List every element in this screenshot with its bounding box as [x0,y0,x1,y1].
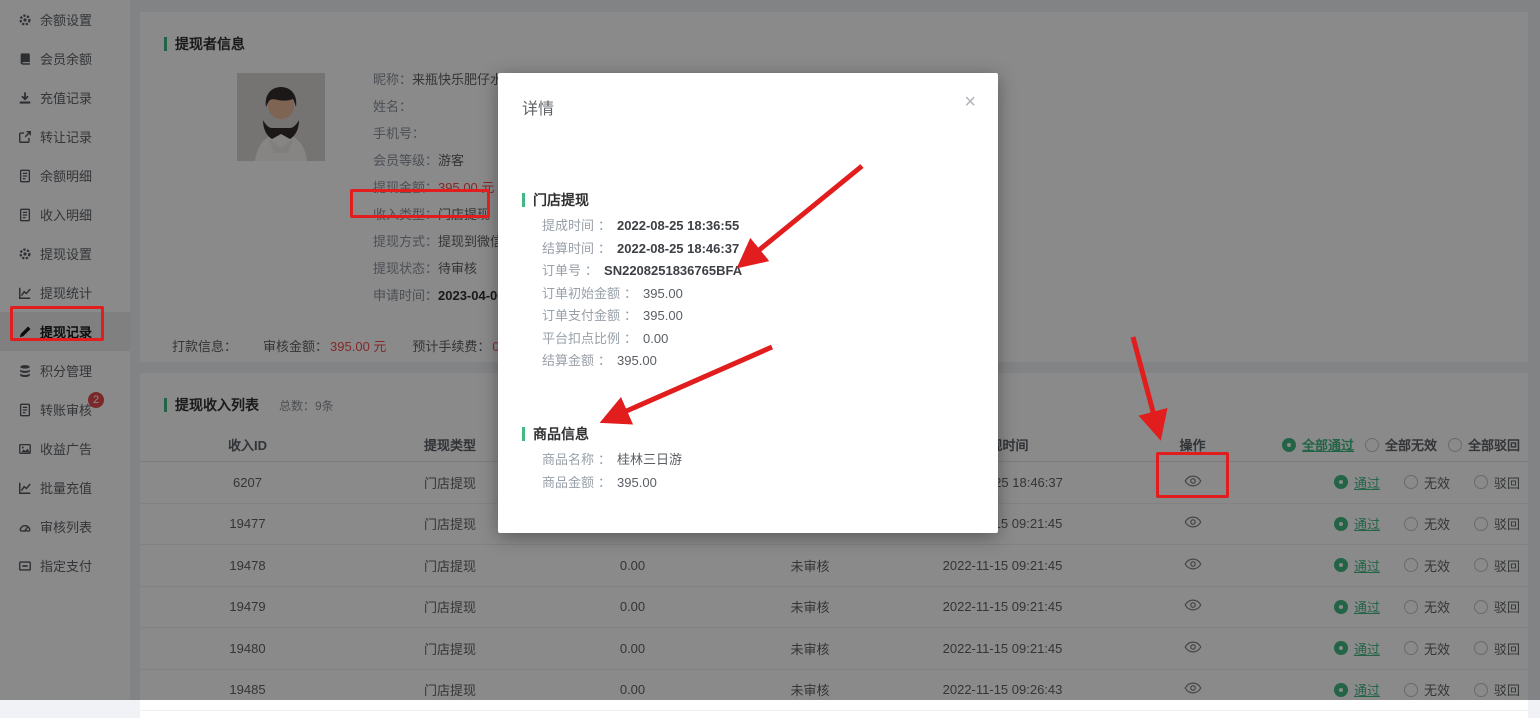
modal-section-title-2: 商品信息 [522,424,589,444]
detail-label: 订单号 [542,263,581,278]
modal-detail-row: 提成时间 ： 2022-08-25 18:36:55 [542,215,742,238]
detail-value: 0.00 [643,331,668,346]
detail-colon: ： [598,218,611,233]
detail-label: 结算时间 [542,241,594,256]
detail-colon: ： [585,263,598,278]
detail-label: 订单支付金额 [542,308,620,323]
detail-value: 395.00 [643,308,683,323]
detail-colon: ： [624,286,637,301]
detail-value: SN2208251836765BFA [604,263,742,278]
detail-colon: ： [624,331,637,346]
detail-modal: 详情 × 门店提现提成时间 ： 2022-08-25 18:36:55 结算时间 ： 20… [498,73,998,533]
detail-value: 2022-08-25 18:46:37 [617,241,739,256]
modal-detail-rows: 商品名称 ： 桂林三日游商品金额 ： 395.00 [542,449,682,494]
section-accent-bar [522,427,525,441]
modal-detail-row: 订单初始金额 ： 395.00 [542,283,742,306]
modal-section-title-text: 商品信息 [533,424,589,444]
detail-label: 提成时间 [542,218,594,233]
detail-label: 订单初始金额 [542,286,620,301]
detail-colon: ： [598,241,611,256]
detail-value: 395.00 [617,353,657,368]
detail-colon: ： [624,308,637,323]
modal-detail-row: 商品名称 ： 桂林三日游 [542,449,682,472]
section-accent-bar [522,193,525,207]
modal-detail-row: 结算时间 ： 2022-08-25 18:46:37 [542,238,742,261]
modal-section-title-1: 门店提现 [522,190,589,210]
detail-colon: ： [598,475,611,490]
detail-label: 平台扣点比例 [542,331,620,346]
detail-label: 结算金额 [542,353,594,368]
detail-value: 2022-08-25 18:36:55 [617,218,739,233]
modal-detail-row: 结算金额 ： 395.00 [542,350,742,373]
detail-value: 395.00 [643,286,683,301]
detail-label: 商品名称 [542,452,594,467]
modal-section-title-text: 门店提现 [533,190,589,210]
detail-value: 395.00 [617,475,657,490]
modal-detail-row: 商品金额 ： 395.00 [542,472,682,495]
detail-label: 商品金额 [542,475,594,490]
detail-colon: ： [598,452,611,467]
detail-colon: ： [598,353,611,368]
modal-detail-row: 平台扣点比例 ： 0.00 [542,328,742,351]
close-icon[interactable]: × [962,90,978,114]
modal-detail-rows: 提成时间 ： 2022-08-25 18:36:55 结算时间 ： 2022-08-25 … [542,215,742,373]
modal-title: 详情 [522,95,554,119]
modal-detail-row: 订单支付金额 ： 395.00 [542,305,742,328]
detail-value: 桂林三日游 [617,452,682,467]
modal-detail-row: 订单号 ： SN2208251836765BFA [542,260,742,283]
